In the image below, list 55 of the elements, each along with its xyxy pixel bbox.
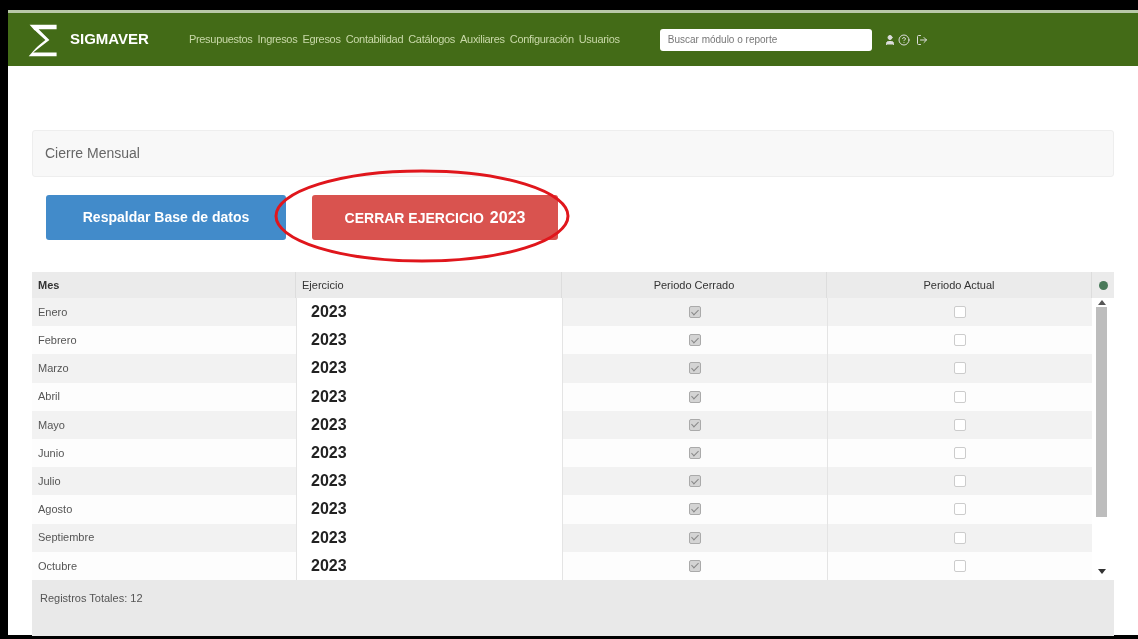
month-cell-text: Febrero xyxy=(37,333,78,349)
year-cell: 2023 xyxy=(296,410,562,439)
checkbox[interactable] xyxy=(954,475,966,488)
brand-name[interactable]: SIGMAVER xyxy=(70,28,149,51)
nav-link[interactable]: Usuarios xyxy=(578,31,620,48)
nav-link[interactable]: Catálogos xyxy=(408,31,456,48)
record-count: Registros Totales: 12 xyxy=(40,590,143,606)
checkbox[interactable] xyxy=(689,334,701,347)
checkbox[interactable] xyxy=(689,362,701,375)
checkbox[interactable] xyxy=(954,447,966,460)
nav-link[interactable]: Ingresos xyxy=(257,31,298,48)
checkbox[interactable] xyxy=(689,531,701,544)
nav-link[interactable]: Auxiliares xyxy=(460,31,505,48)
column-menu-icon[interactable] xyxy=(1098,280,1108,290)
checkbox[interactable] xyxy=(954,559,966,572)
year-cell: 2023 xyxy=(296,354,562,383)
user-icon[interactable] xyxy=(883,33,896,46)
scroll-up-icon[interactable] xyxy=(1097,300,1106,305)
nav-link[interactable]: Configuración xyxy=(509,31,574,48)
month-cell-text: Marzo xyxy=(37,361,70,377)
nav-link[interactable]: Egresos xyxy=(302,31,341,48)
scroll-down-icon[interactable] xyxy=(1097,568,1106,574)
nav-link[interactable]: Presupuestos xyxy=(188,31,253,48)
checkbox[interactable] xyxy=(689,306,701,319)
checkbox[interactable] xyxy=(954,362,966,375)
backup-button[interactable]: Respaldar Base de datos xyxy=(46,195,286,240)
search-field[interactable]: Buscar módulo o reporte xyxy=(659,28,872,51)
checkbox[interactable] xyxy=(689,447,701,460)
checkbox[interactable] xyxy=(689,559,701,572)
month-cell-text: Abril xyxy=(37,389,61,405)
logout-icon[interactable] xyxy=(915,33,928,46)
month-cell-text: Septiembre xyxy=(37,530,96,546)
checkbox[interactable] xyxy=(954,390,966,403)
checkbox[interactable] xyxy=(689,418,701,431)
month-cell-text: Agosto xyxy=(37,502,74,518)
checkbox[interactable] xyxy=(689,390,701,403)
year-cell: 2023 xyxy=(296,467,562,496)
help-icon[interactable] xyxy=(897,33,910,46)
checkbox[interactable] xyxy=(689,503,701,516)
year-cell: 2023 xyxy=(296,523,562,552)
checkbox[interactable] xyxy=(954,306,966,319)
checkbox[interactable] xyxy=(954,334,966,347)
month-cell-text: Junio xyxy=(37,445,66,461)
close-year-button[interactable]: CERRAR EJERCICIO 2023 xyxy=(312,195,558,240)
month-cell-text: Enero xyxy=(37,304,69,320)
panel-title: Cierre Mensual xyxy=(45,144,140,163)
month-cell-text: Mayo xyxy=(37,417,66,433)
month-cell-text: Julio xyxy=(37,473,62,489)
checkbox[interactable] xyxy=(954,503,966,516)
nav-link[interactable]: Contabilidad xyxy=(345,31,404,48)
month-cell-text: Octubre xyxy=(37,558,79,574)
year-cell: 2023 xyxy=(296,298,562,327)
checkbox[interactable] xyxy=(954,418,966,431)
checkbox[interactable] xyxy=(954,531,966,544)
checkbox[interactable] xyxy=(689,475,701,488)
